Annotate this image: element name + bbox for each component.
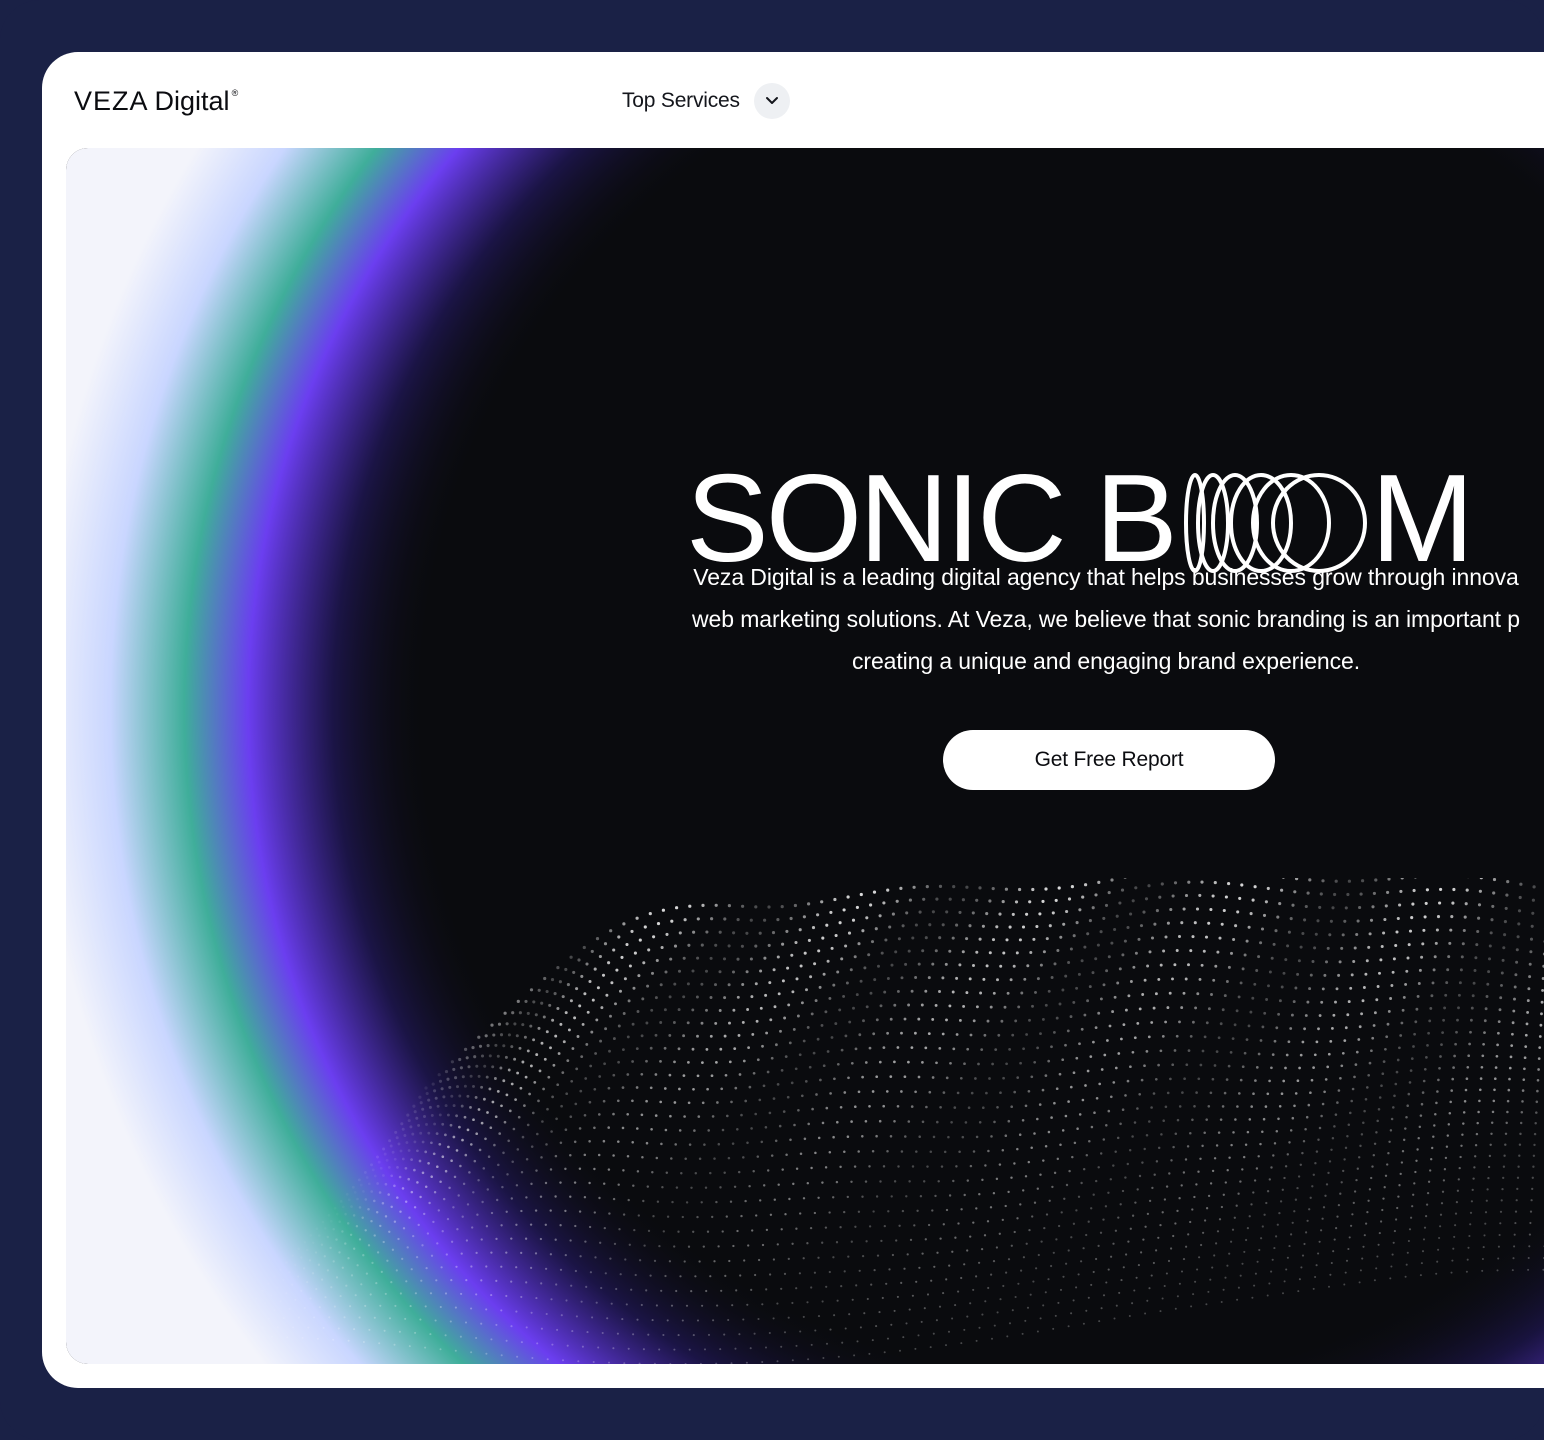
top-services-label: Top Services — [622, 89, 740, 112]
logo-subtext: Digital — [154, 86, 230, 116]
veza-digital-logo[interactable]: VEZA Digital ® — [74, 86, 238, 120]
top-navbar: VEZA Digital ® Top Services — [42, 52, 1544, 150]
logo-wordmark: VEZA — [74, 86, 149, 116]
hero-description-line: creating a unique and engaging brand exp… — [852, 648, 1360, 674]
chevron-down-icon — [765, 97, 778, 104]
hero-description: Veza Digital is a leading digital agency… — [606, 556, 1544, 682]
hero-section: SONIC B M Veza Digital is a leading digi… — [66, 148, 1544, 1364]
browser-window: VEZA Digital ® Top Services SONIC B M Ve… — [42, 52, 1544, 1388]
top-services-toggle[interactable] — [753, 83, 790, 119]
hero-description-line: Veza Digital is a leading digital agency… — [693, 564, 1519, 590]
top-services-dropdown[interactable]: Top Services — [622, 82, 790, 120]
logo-registered-mark: ® — [231, 88, 239, 98]
particle-wave-graphic — [225, 878, 1544, 1364]
hero-description-line: web marketing solutions. At Veza, we bel… — [692, 606, 1520, 632]
get-free-report-button[interactable]: Get Free Report — [943, 730, 1275, 790]
